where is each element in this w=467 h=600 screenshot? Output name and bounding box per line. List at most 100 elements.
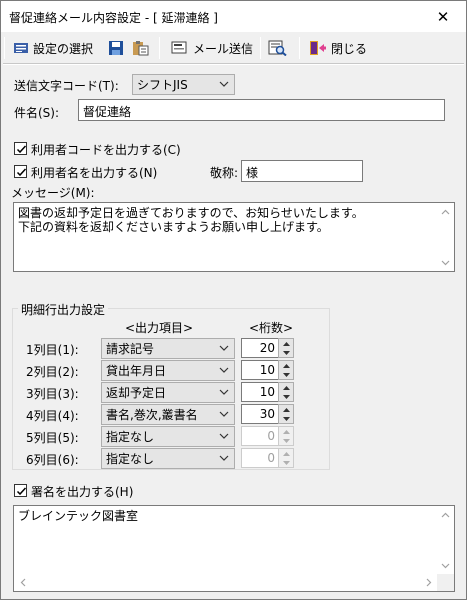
settings-select-icon (13, 40, 29, 56)
preview-button[interactable] (268, 36, 288, 60)
message-textarea[interactable]: 図書の返却予定日を過ぎておりますので、お知らせいたします。 下記の資料を返却くだ… (13, 202, 455, 272)
detail-row-label: 3列目(3): (26, 387, 79, 401)
spin-buttons[interactable] (278, 404, 294, 424)
save-button[interactable] (108, 36, 124, 60)
output-user-name-checkbox[interactable] (14, 165, 27, 178)
detail-item-select[interactable]: 貸出年月日 (101, 360, 235, 381)
detail-item-select[interactable]: 書名,巻次,叢書名 (101, 404, 235, 425)
detail-row-label: 4列目(4): (26, 409, 79, 423)
scroll-down-button[interactable] (437, 557, 454, 574)
chevron-down-icon (219, 455, 229, 461)
close-window-button[interactable]: ✕ (420, 1, 466, 32)
spin-up-icon[interactable] (279, 383, 293, 392)
select-settings-label: 設定の選択 (33, 41, 94, 56)
detail-row-label: 6列目(6): (26, 453, 79, 467)
send-mail-label: メール送信 (193, 41, 254, 56)
honorific-label: 敬称: (210, 166, 239, 180)
chevron-down-icon (219, 411, 229, 417)
spin-up-icon[interactable] (279, 339, 293, 348)
output-user-code-label: 利用者コードを出力する(C) (31, 143, 181, 157)
encoding-label: 送信文字コード(T): (14, 79, 119, 93)
select-settings-button[interactable]: 設定の選択 (13, 36, 93, 60)
digits-value: 10 (241, 360, 279, 380)
paste-button[interactable] (132, 36, 150, 60)
message-label: メッセージ(M): (11, 186, 95, 200)
digits-spinner[interactable]: 0 (241, 448, 294, 468)
chevron-down-icon (219, 389, 229, 395)
spin-down-icon[interactable] (279, 436, 293, 445)
scroll-up-button[interactable] (437, 203, 454, 220)
spin-down-icon[interactable] (279, 348, 293, 357)
encoding-select[interactable]: シフトJIS (132, 74, 235, 95)
detail-item-select[interactable]: 指定なし (101, 448, 235, 469)
detail-item-value: 指定なし (106, 452, 155, 466)
detail-item-value: 返却予定日 (106, 386, 167, 400)
spin-up-icon[interactable] (279, 405, 293, 414)
send-mail-icon (171, 40, 189, 56)
checkmark-icon (16, 168, 27, 177)
message-text: 図書の返却予定日を過ぎておりますので、お知らせいたします。 下記の資料を返却くだ… (18, 206, 364, 234)
spin-buttons[interactable] (278, 338, 294, 358)
digits-value: 10 (241, 382, 279, 402)
subject-input[interactable]: 督促連絡 (78, 99, 445, 121)
scroll-down-button[interactable] (437, 254, 454, 271)
spin-down-icon[interactable] (279, 370, 293, 379)
chevron-down-icon (219, 81, 229, 87)
mail-settings-window: 督促連絡メール内容設定 - [ 延滞連絡 ] ✕ 設定の選択 メール送信 閉じる… (0, 0, 467, 600)
spin-buttons[interactable] (278, 448, 294, 468)
scroll-up-button[interactable] (437, 506, 454, 523)
send-mail-button[interactable]: メール送信 (171, 36, 253, 60)
digits-value: 0 (241, 426, 279, 446)
save-icon (108, 40, 124, 56)
window-title: 督促連絡メール内容設定 - [ 延滞連絡 ] (9, 11, 218, 25)
spin-down-icon[interactable] (279, 392, 293, 401)
spin-buttons[interactable] (278, 426, 294, 446)
digits-spinner[interactable]: 30 (241, 404, 294, 424)
signature-hscrollbar[interactable] (14, 574, 437, 591)
close-button[interactable]: 閉じる (309, 36, 367, 60)
chevron-down-icon (219, 345, 229, 351)
chevron-down-icon (441, 260, 450, 265)
digits-spinner[interactable]: 10 (241, 382, 294, 402)
output-user-code-checkbox[interactable] (14, 142, 27, 155)
detail-item-select[interactable]: 請求記号 (101, 338, 235, 359)
signature-text: ブレインテック図書室 (18, 509, 139, 523)
spin-buttons[interactable] (278, 382, 294, 402)
close-door-icon (309, 40, 327, 56)
spin-down-icon[interactable] (279, 414, 293, 423)
message-scrollbar[interactable] (437, 203, 454, 271)
signature-textarea[interactable]: ブレインテック図書室 (13, 505, 455, 592)
close-icon: ✕ (436, 7, 450, 26)
output-signature-checkbox[interactable] (14, 484, 27, 497)
detail-row-label: 2列目(2): (26, 365, 79, 379)
spin-buttons[interactable] (278, 360, 294, 380)
scroll-left-button[interactable] (14, 574, 31, 591)
detail-item-value: 貸出年月日 (106, 364, 167, 378)
chevron-down-icon (441, 563, 450, 568)
scroll-corner (437, 574, 454, 591)
chevron-down-icon (219, 367, 229, 373)
detail-item-value: 指定なし (106, 430, 155, 444)
output-signature-label: 署名を出力する(H) (31, 485, 134, 499)
encoding-value: シフトJIS (137, 78, 188, 92)
digits-value: 20 (241, 338, 279, 358)
digits-spinner[interactable]: 20 (241, 338, 294, 358)
digits-value: 30 (241, 404, 279, 424)
digits-spinner[interactable]: 0 (241, 426, 294, 446)
honorific-input[interactable]: 様 (241, 160, 363, 182)
spin-up-icon[interactable] (279, 449, 293, 458)
chevron-down-icon (219, 433, 229, 439)
detail-group-title: 明細行出力設定 (18, 301, 109, 318)
detail-item-select[interactable]: 返却予定日 (101, 382, 235, 403)
digits-spinner[interactable]: 10 (241, 360, 294, 380)
checkmark-icon (16, 145, 27, 154)
signature-vscrollbar[interactable] (437, 506, 454, 574)
detail-item-select[interactable]: 指定なし (101, 426, 235, 447)
subject-label: 件名(S): (14, 106, 60, 120)
scroll-right-button[interactable] (420, 574, 437, 591)
toolbar-separator (159, 37, 160, 59)
spin-down-icon[interactable] (279, 458, 293, 467)
spin-up-icon[interactable] (279, 361, 293, 370)
spin-up-icon[interactable] (279, 427, 293, 436)
title-bar: 督促連絡メール内容設定 - [ 延滞連絡 ] ✕ (1, 1, 466, 32)
